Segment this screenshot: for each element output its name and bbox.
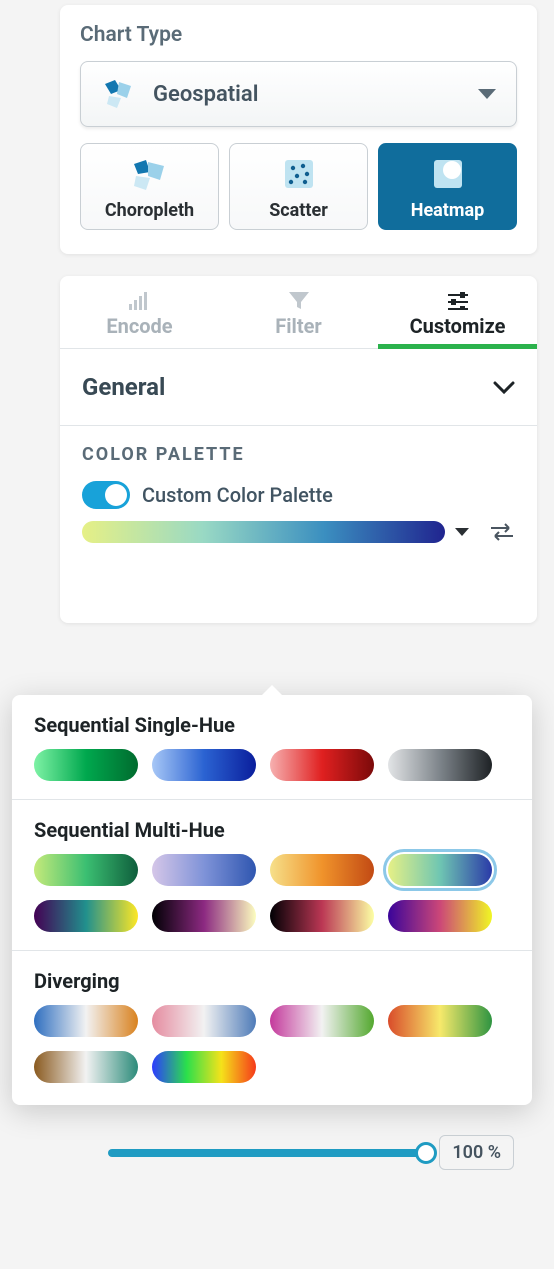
palette-swatch-plasma[interactable] [388,900,492,932]
chart-type-panel: Chart Type Geospatial Choropleth [60,5,537,254]
general-title: General [82,373,165,401]
palette-swatch-magma[interactable] [152,900,256,932]
palette-swatch-orange-amber[interactable] [270,854,374,886]
palette-swatch-red-green[interactable] [388,1005,492,1037]
tab-filter[interactable]: Filter [219,276,378,348]
customize-icon [446,290,470,310]
palette-swatch-pink-blue[interactable] [152,1005,256,1037]
palette-swatch-lilac-blue[interactable] [152,854,256,886]
palette-group-title-2: Diverging [34,969,510,993]
tabs: Encode Filter Customize [60,276,537,349]
palette-swatch-viridis[interactable] [34,900,138,932]
palette-swatch-blue-orange[interactable] [34,1005,138,1037]
palette-popover: Sequential Single-Hue Sequential Multi-H… [12,695,532,1105]
palette-swatch-reds[interactable] [270,749,374,781]
custom-palette-toggle-label: Custom Color Palette [142,483,333,507]
encode-icon [128,290,152,310]
chevron-down-icon [478,89,496,99]
palette-swatch-blues[interactable] [152,749,256,781]
palette-swatch-greys[interactable] [388,749,492,781]
chevron-down-icon [493,380,515,394]
palette-swatch-green-emerald[interactable] [34,854,138,886]
opacity-slider-row: 100 % [108,1135,514,1170]
tab-filter-label: Filter [275,314,321,338]
chart-type-selected: Geospatial [153,82,478,107]
palette-group-title-0: Sequential Single-Hue [34,713,510,737]
palette-gradient-select[interactable] [82,521,469,543]
tab-encode-label: Encode [106,314,172,338]
chevron-down-icon [455,528,469,536]
palette-group-0 [34,749,510,781]
tab-customize-label: Customize [410,314,506,338]
color-palette-section: COLOR PALETTE Custom Color Palette [60,426,537,623]
palette-group-2 [34,1005,510,1083]
heatmap-icon [428,154,468,194]
chart-type-dropdown[interactable]: Geospatial [80,61,517,127]
tab-customize[interactable]: Customize [378,276,537,348]
scatter-icon [279,154,319,194]
chart-subtype-buttons: Choropleth Scatter [80,143,517,230]
filter-icon [287,290,311,310]
palette-swatch-inferno[interactable] [270,900,374,932]
geospatial-icon [101,76,137,112]
choropleth-button[interactable]: Choropleth [80,143,219,230]
palette-swatch-brown-teal[interactable] [34,1051,138,1083]
choropleth-icon [130,154,170,194]
palette-swatch-magenta-green[interactable] [270,1005,374,1037]
palette-group-1 [34,854,510,932]
color-palette-label: COLOR PALETTE [82,444,515,465]
chart-type-title: Chart Type [80,23,517,47]
palette-gradient-preview [82,521,445,543]
general-accordion[interactable]: General [60,349,537,426]
scatter-button[interactable]: Scatter [229,143,368,230]
heatmap-label: Heatmap [411,200,485,221]
swap-icon[interactable] [489,523,515,541]
custom-palette-toggle[interactable] [82,481,130,509]
palette-group-title-1: Sequential Multi-Hue [34,818,510,842]
choropleth-label: Choropleth [105,200,194,221]
palette-swatch-yellow-green-blue[interactable] [388,854,492,886]
palette-swatch-rainbow[interactable] [152,1051,256,1083]
opacity-value[interactable]: 100 % [439,1135,514,1170]
palette-swatch-greens[interactable] [34,749,138,781]
customize-panel: Encode Filter Customize [60,276,537,623]
tab-encode[interactable]: Encode [60,276,219,348]
opacity-slider[interactable] [108,1149,425,1157]
heatmap-button[interactable]: Heatmap [378,143,517,230]
scatter-label: Scatter [269,200,328,221]
slider-thumb[interactable] [415,1142,437,1164]
